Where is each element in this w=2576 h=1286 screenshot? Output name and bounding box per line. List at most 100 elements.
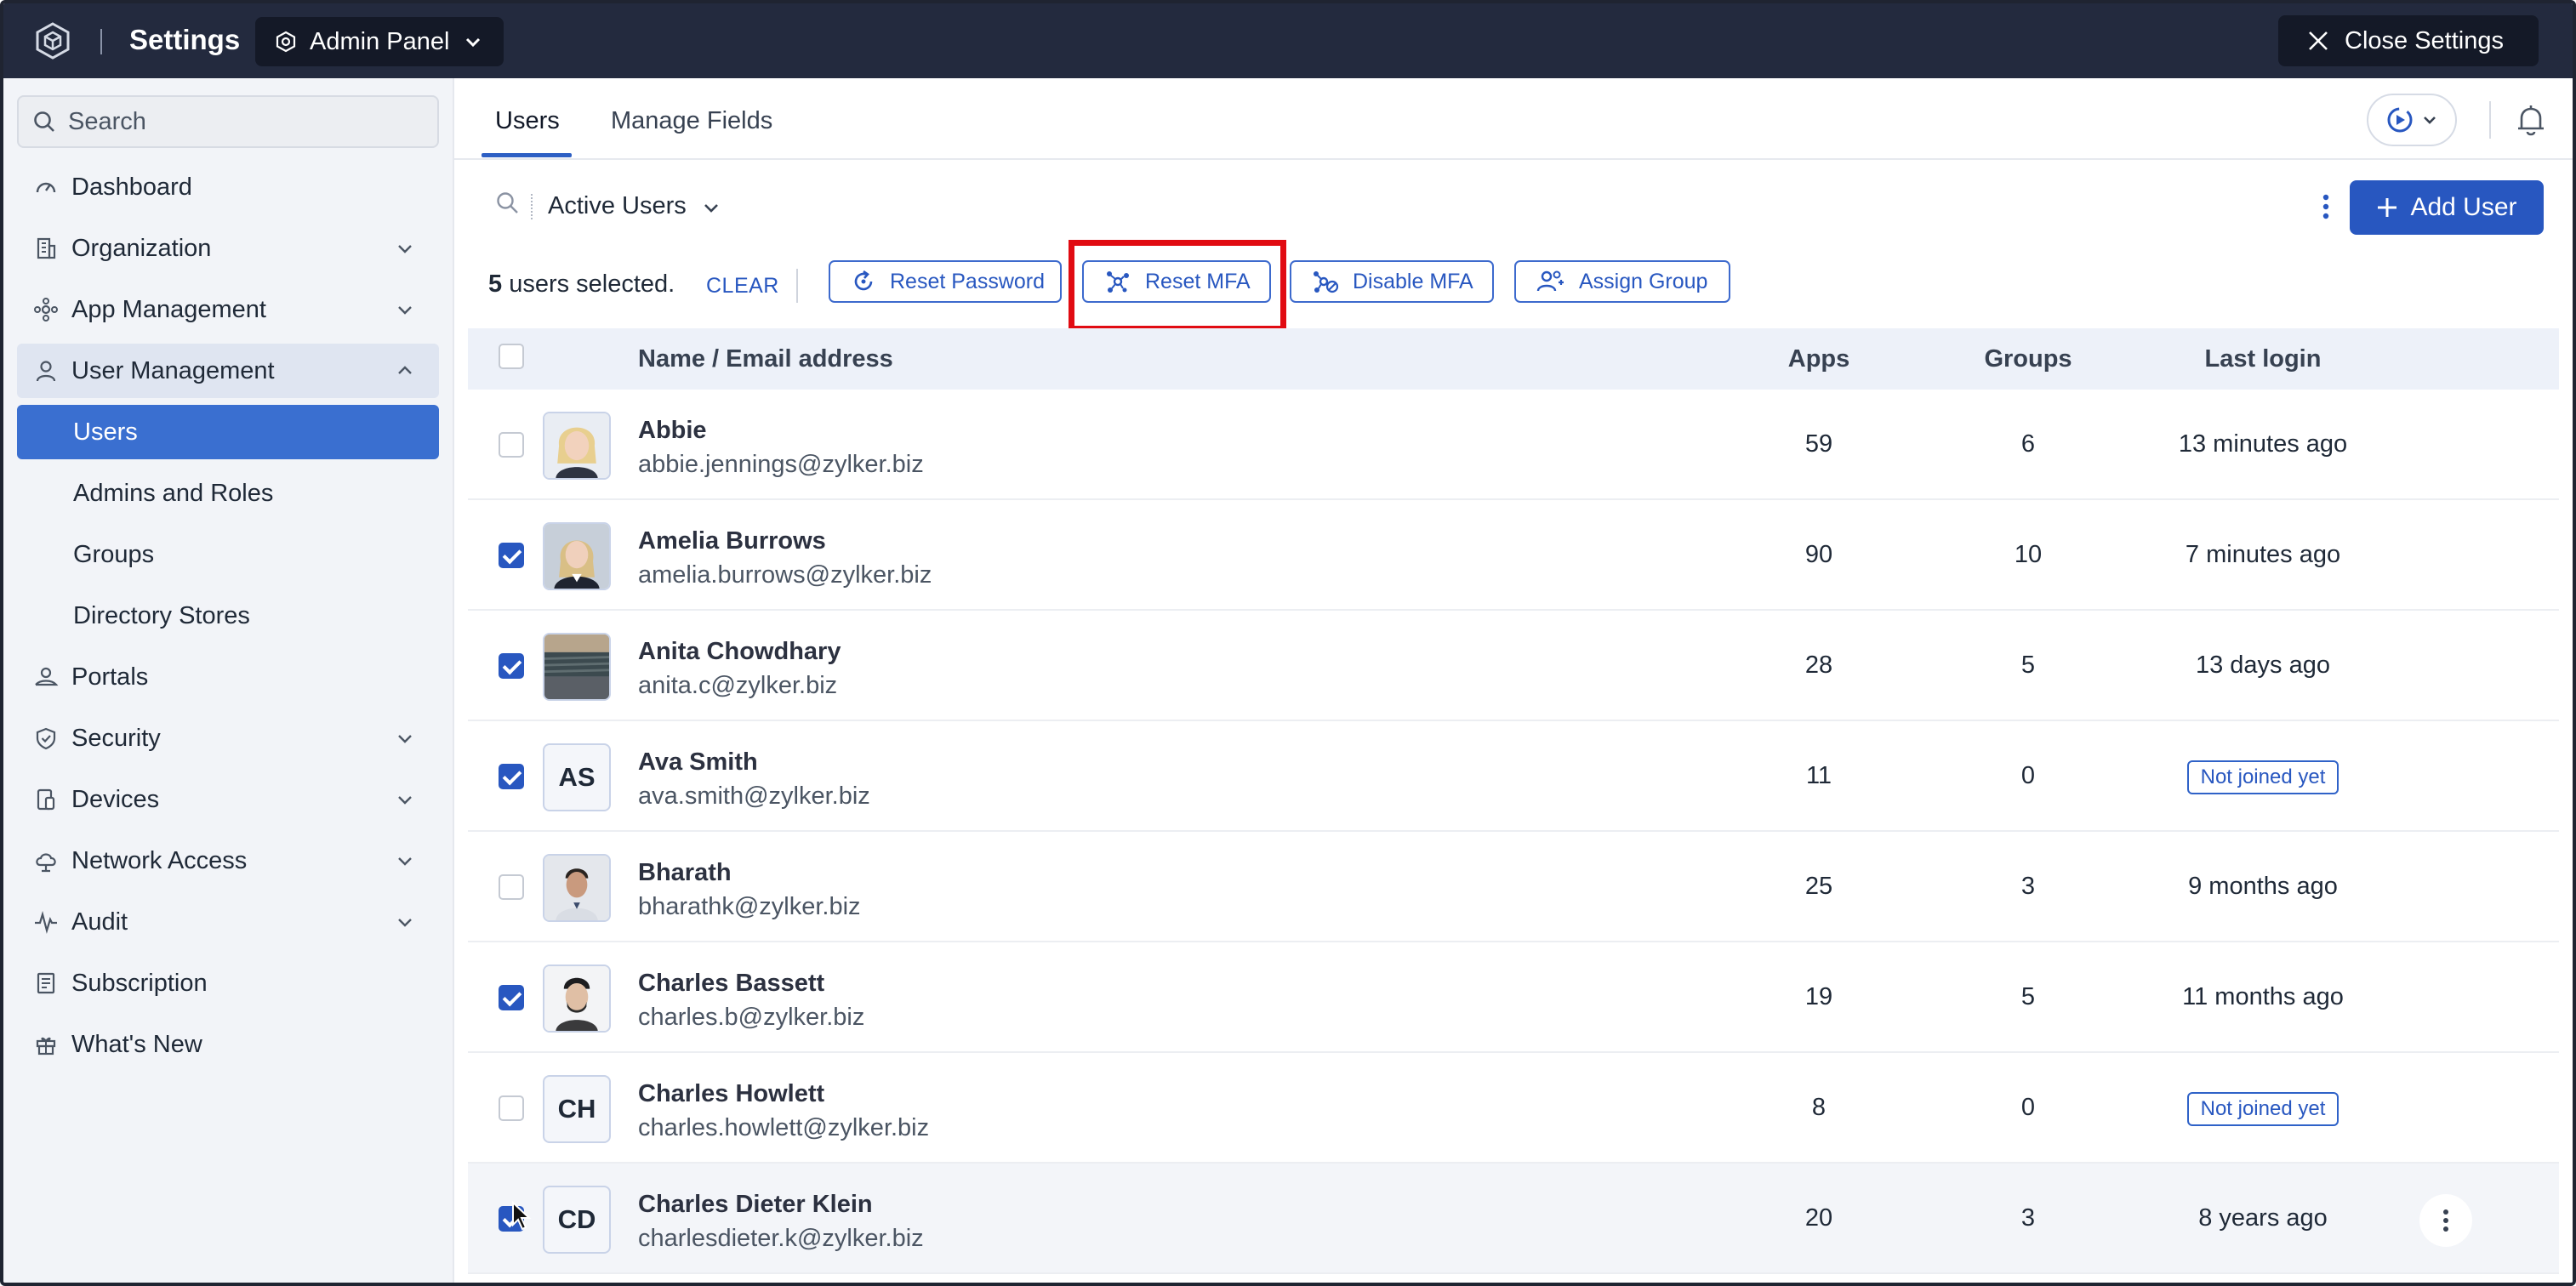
sidebar-search-input[interactable] bbox=[68, 107, 425, 136]
avatar bbox=[543, 964, 611, 1033]
admin-panel-switcher[interactable]: Admin Panel bbox=[255, 17, 504, 66]
row-checkbox[interactable] bbox=[499, 985, 524, 1010]
sidebar-item-dashboard[interactable]: Dashboard bbox=[17, 160, 439, 214]
portal-icon bbox=[32, 663, 60, 691]
user-name[interactable]: Charles Bassett bbox=[638, 970, 824, 998]
title-divider bbox=[100, 29, 102, 54]
table-row[interactable]: Bharath bharathk@zylker.biz 25 3 9 month… bbox=[468, 832, 2559, 942]
sidebar-item-label: User Management bbox=[71, 356, 275, 384]
column-header-last-login[interactable]: Last login bbox=[2135, 345, 2391, 373]
sidebar-item-label: Portals bbox=[71, 663, 149, 691]
user-filter-select[interactable]: Active Users bbox=[548, 192, 687, 220]
avatar bbox=[543, 854, 611, 922]
row-checkbox[interactable] bbox=[499, 653, 524, 679]
sidebar-item-organization[interactable]: Organization bbox=[17, 221, 439, 276]
table-row[interactable]: AS Ava Smith ava.smith@zylker.biz 11 0 N… bbox=[468, 721, 2559, 832]
chevron-down-icon[interactable] bbox=[701, 197, 721, 218]
user-name[interactable]: Charles Howlett bbox=[638, 1080, 824, 1108]
table-row[interactable]: Amelia Burrows amelia.burrows@zylker.biz… bbox=[468, 500, 2559, 611]
column-header-name[interactable]: Name / Email address bbox=[638, 345, 893, 373]
sidebar-item-groups[interactable]: Groups bbox=[17, 527, 439, 582]
table-row[interactable]: CD Charles Dieter Klein charlesdieter.k@… bbox=[468, 1164, 2559, 1274]
select-all-checkbox[interactable] bbox=[499, 344, 524, 369]
sidebar-item-label: Directory Stores bbox=[73, 601, 250, 629]
shield-icon bbox=[32, 725, 60, 752]
user-name[interactable]: Amelia Burrows bbox=[638, 527, 826, 555]
close-settings-label: Close Settings bbox=[2345, 26, 2504, 54]
sidebar-item-devices[interactable]: Devices bbox=[17, 772, 439, 827]
apps-count: 28 bbox=[1804, 652, 1833, 679]
apps-count: 20 bbox=[1804, 1204, 1833, 1232]
chevron-down-icon bbox=[398, 857, 412, 866]
assign-group-button[interactable]: Assign Group bbox=[1514, 260, 1730, 303]
sidebar-item-directory-stores[interactable]: Directory Stores bbox=[17, 589, 439, 643]
user-name[interactable]: Anita Chowdhary bbox=[638, 638, 841, 666]
row-checkbox[interactable] bbox=[499, 874, 524, 900]
hexagon-icon bbox=[276, 31, 296, 53]
table-row[interactable]: Anita Chowdhary anita.c@zylker.biz 28 5 … bbox=[468, 611, 2559, 721]
disable-mfa-label: Disable MFA bbox=[1353, 269, 1473, 293]
sidebar-item-label: Subscription bbox=[71, 969, 208, 997]
chevron-down-icon bbox=[398, 245, 412, 253]
last-login: Not joined yet bbox=[2135, 1092, 2391, 1126]
tab-users[interactable]: Users bbox=[495, 107, 560, 135]
groups-count: 0 bbox=[2020, 762, 2036, 789]
tab-manage-fields[interactable]: Manage Fields bbox=[611, 107, 772, 135]
groups-count: 3 bbox=[2020, 873, 2036, 900]
sidebar-item-portals[interactable]: Portals bbox=[17, 650, 439, 704]
column-header-apps[interactable]: Apps bbox=[1768, 345, 1870, 373]
groups-count: 6 bbox=[2020, 430, 2036, 458]
refresh-icon bbox=[854, 270, 873, 291]
user-photo-icon bbox=[544, 634, 609, 699]
user-name[interactable]: Charles Dieter Klein bbox=[638, 1191, 873, 1219]
search-icon[interactable] bbox=[495, 191, 521, 216]
table-row[interactable]: Charles Bassett charles.b@zylker.biz 19 … bbox=[468, 942, 2559, 1053]
sidebar-item-network-access[interactable]: Network Access bbox=[17, 834, 439, 888]
avatar bbox=[543, 522, 611, 590]
clear-selection-link[interactable]: CLEAR bbox=[706, 274, 779, 299]
row-checkbox[interactable] bbox=[499, 764, 524, 789]
sidebar-item-audit[interactable]: Audit bbox=[17, 895, 439, 949]
reset-password-button[interactable]: Reset Password bbox=[829, 260, 1062, 303]
close-settings-button[interactable]: Close Settings bbox=[2278, 15, 2539, 66]
reset-password-label: Reset Password bbox=[890, 269, 1046, 293]
play-circle-icon bbox=[2387, 107, 2413, 133]
sidebar-item-app-management[interactable]: App Management bbox=[17, 282, 439, 337]
user-name[interactable]: Ava Smith bbox=[638, 748, 758, 777]
sidebar-item-whats-new[interactable]: What's New bbox=[17, 1017, 439, 1072]
assist-menu-button[interactable] bbox=[2367, 94, 2457, 146]
avatar-initials: CH bbox=[543, 1075, 611, 1143]
bell-icon[interactable] bbox=[2515, 103, 2547, 137]
sidebar-item-security[interactable]: Security bbox=[17, 711, 439, 765]
user-email: anita.c@zylker.biz bbox=[638, 672, 838, 699]
groups-count: 5 bbox=[2020, 652, 2036, 679]
sidebar-item-admins-and-roles[interactable]: Admins and Roles bbox=[17, 466, 439, 521]
disable-mfa-button[interactable]: Disable MFA bbox=[1290, 260, 1494, 303]
user-group-icon bbox=[1536, 270, 1564, 292]
search-icon bbox=[34, 111, 54, 132]
column-header-groups[interactable]: Groups bbox=[1977, 345, 2079, 373]
sidebar-item-users[interactable]: Users bbox=[17, 405, 439, 459]
table-row[interactable]: Abbie abbie.jennings@zylker.biz 59 6 13 … bbox=[468, 390, 2559, 500]
sidebar-item-subscription[interactable]: Subscription bbox=[17, 956, 439, 1010]
groups-count: 10 bbox=[2014, 541, 2043, 568]
row-checkbox[interactable] bbox=[499, 432, 524, 458]
sidebar-item-user-management[interactable]: User Management bbox=[17, 344, 439, 398]
last-login: 13 minutes ago bbox=[2178, 430, 2348, 458]
chevron-down-icon bbox=[2424, 117, 2436, 124]
sidebar-item-label: Network Access bbox=[71, 846, 248, 874]
receipt-icon bbox=[32, 970, 60, 997]
close-icon bbox=[2309, 31, 2328, 50]
add-user-button[interactable]: Add User bbox=[2350, 180, 2544, 235]
row-checkbox[interactable] bbox=[499, 1095, 524, 1121]
row-more-options-button[interactable] bbox=[2419, 1194, 2472, 1247]
reset-mfa-button[interactable]: Reset MFA bbox=[1082, 260, 1271, 303]
user-name[interactable]: Bharath bbox=[638, 859, 732, 887]
user-name[interactable]: Abbie bbox=[638, 417, 707, 445]
more-options-icon[interactable] bbox=[2321, 192, 2331, 221]
row-checkbox[interactable] bbox=[499, 543, 524, 568]
table-row[interactable]: CH Charles Howlett charles.howlett@zylke… bbox=[468, 1053, 2559, 1164]
reset-mfa-label: Reset MFA bbox=[1145, 269, 1251, 293]
avatar bbox=[543, 633, 611, 701]
sidebar-search[interactable] bbox=[17, 95, 439, 148]
